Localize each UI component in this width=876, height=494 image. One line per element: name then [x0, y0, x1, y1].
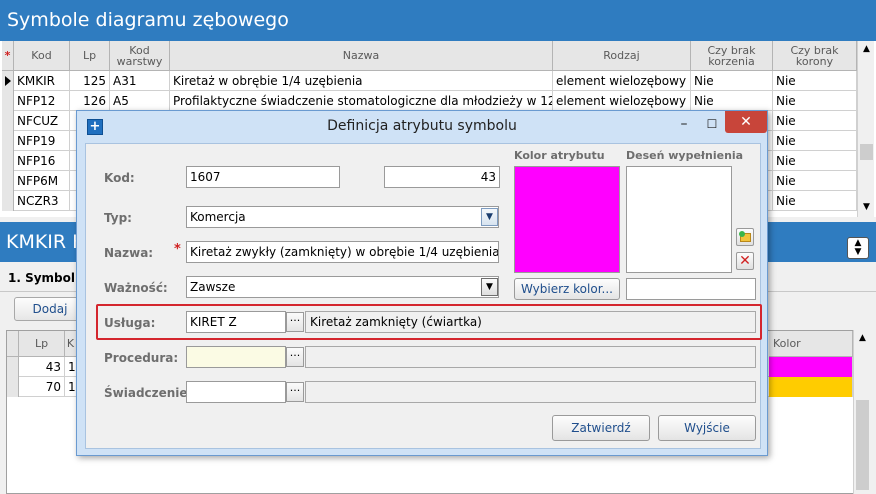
- cell-korona[interactable]: Nie: [773, 71, 857, 91]
- cell-korona[interactable]: Nie: [773, 191, 857, 211]
- nazwa-field[interactable]: Kiretaż zwykły (zamknięty) w obrębie 1/4…: [186, 241, 499, 263]
- cell-lp[interactable]: 43: [19, 357, 65, 377]
- cell-kod[interactable]: NCZR3: [14, 191, 70, 211]
- row-indicator: [2, 171, 14, 191]
- top-grid-scrollbar[interactable]: ▲ ▼: [857, 41, 874, 217]
- nazwa-label: Nazwa:: [104, 246, 154, 260]
- typ-label: Typ:: [104, 211, 132, 225]
- row-indicator: [2, 91, 14, 111]
- kolor-atrybutu-label: Kolor atrybutu: [514, 149, 605, 162]
- cell-kod[interactable]: NFP6M: [14, 171, 70, 191]
- cell-korona[interactable]: Nie: [773, 91, 857, 111]
- cell-lp[interactable]: 125: [70, 71, 110, 91]
- app-plus-icon[interactable]: +: [87, 119, 103, 135]
- color-swatch[interactable]: [514, 166, 620, 273]
- table-row[interactable]: KMKIR 125 A31 Kiretaż w obrębie 1/4 uzębien…: [2, 71, 857, 91]
- pattern-field[interactable]: [626, 278, 756, 300]
- col-nazwa[interactable]: Nazwa: [170, 41, 553, 71]
- col-required-marker: *: [2, 41, 14, 71]
- cell-warstwa[interactable]: A31: [110, 71, 170, 91]
- typ-select[interactable]: Komercja: [186, 206, 499, 228]
- cell-kod[interactable]: NFP16: [14, 151, 70, 171]
- procedura-code-field[interactable]: [186, 346, 286, 368]
- required-marker: *: [174, 242, 181, 257]
- desen-label: Deseń wypełnienia: [626, 149, 744, 162]
- cell-rodzaj[interactable]: element wielozębowy: [553, 71, 691, 91]
- window-title: Symbole diagramu zębowego: [0, 0, 876, 41]
- table-row[interactable]: NFP12 126 A5 Profilaktyczne świadczenie sto…: [2, 91, 857, 111]
- cell-kod[interactable]: NFP12: [14, 91, 70, 111]
- col-lp[interactable]: Lp: [19, 331, 65, 357]
- cell-kolor[interactable]: [769, 357, 853, 377]
- maximize-icon[interactable]: ☐: [701, 115, 723, 135]
- procedura-label: Procedura:: [104, 351, 179, 365]
- current-row-indicator-icon: [2, 71, 14, 91]
- kod-number-field[interactable]: 43: [384, 166, 500, 188]
- swiadczenie-name-display: [305, 381, 756, 403]
- row-indicator: [2, 151, 14, 171]
- cell-korona[interactable]: Nie: [773, 171, 857, 191]
- swiadczenie-browse-button[interactable]: ···: [286, 382, 304, 402]
- panel-expand-icon[interactable]: ▲ ▼: [847, 237, 869, 259]
- col-lp[interactable]: Lp: [70, 41, 110, 71]
- close-icon[interactable]: ✕: [725, 111, 767, 133]
- row-indicator: [2, 111, 14, 131]
- cell-lp[interactable]: 70: [19, 377, 65, 397]
- scroll-up-icon[interactable]: ▲: [860, 43, 873, 56]
- cell-korzen[interactable]: Nie: [691, 91, 773, 111]
- delete-pattern-icon[interactable]: ✕: [736, 252, 754, 270]
- highlight-frame: [96, 304, 762, 340]
- add-pattern-icon[interactable]: [736, 228, 754, 246]
- cell-kolor[interactable]: [769, 377, 853, 397]
- confirm-button[interactable]: Zatwierdź: [552, 415, 650, 441]
- exit-button[interactable]: Wyjście: [658, 415, 756, 441]
- chevron-down-icon[interactable]: ▼: [481, 208, 498, 226]
- row-indicator: [2, 191, 14, 211]
- col-kolor[interactable]: Kolor: [769, 331, 853, 357]
- scroll-thumb[interactable]: [860, 144, 873, 160]
- pattern-preview[interactable]: [626, 166, 732, 273]
- procedura-browse-button[interactable]: ···: [286, 347, 304, 367]
- cell-warstwa[interactable]: A5: [110, 91, 170, 111]
- cell-korzen[interactable]: Nie: [691, 71, 773, 91]
- cell-korona[interactable]: Nie: [773, 151, 857, 171]
- col-kod-warstwy[interactable]: Kod warstwy: [110, 41, 170, 71]
- cell-nazwa[interactable]: Profilaktyczne świadczenie stomatologicz…: [170, 91, 553, 111]
- kod-label: Kod:: [104, 171, 135, 185]
- dialog-title: Definicja atrybutu symbolu: [327, 118, 517, 134]
- tab-symbol[interactable]: 1. Symbol: [8, 271, 75, 285]
- col-czy-brak-korzenia[interactable]: Czy brak korzenia: [691, 41, 773, 71]
- cell-korona[interactable]: Nie: [773, 131, 857, 151]
- swiadczenie-label: Świadczenie:: [104, 386, 193, 400]
- cell-rodzaj[interactable]: element wielozębowy: [553, 91, 691, 111]
- waznosc-select[interactable]: Zawsze: [186, 276, 499, 298]
- row-indicator: [7, 357, 19, 377]
- scroll-down-icon[interactable]: ▼: [860, 201, 873, 214]
- kod-field[interactable]: 1607: [186, 166, 340, 188]
- row-indicator: [7, 377, 19, 397]
- col-kod[interactable]: Kod: [14, 41, 70, 71]
- cell-kod[interactable]: NFCUZ: [14, 111, 70, 131]
- chevron-down-icon[interactable]: ▼: [481, 278, 498, 296]
- waznosc-label: Ważność:: [104, 281, 168, 295]
- swiadczenie-code-field[interactable]: [186, 381, 286, 403]
- choose-color-button[interactable]: Wybierz kolor...: [514, 278, 620, 300]
- cell-kod[interactable]: NFP19: [14, 131, 70, 151]
- minimize-icon[interactable]: –: [673, 115, 695, 135]
- cell-korona[interactable]: Nie: [773, 111, 857, 131]
- cell-lp[interactable]: 126: [70, 91, 110, 111]
- col-rodzaj[interactable]: Rodzaj: [553, 41, 691, 71]
- row-indicator-header: [7, 331, 19, 357]
- row-indicator: [2, 131, 14, 151]
- scroll-up-icon[interactable]: ▲: [856, 332, 869, 345]
- cell-kod[interactable]: KMKIR: [14, 71, 70, 91]
- cell-nazwa[interactable]: Kiretaż w obrębie 1/4 uzębienia: [170, 71, 553, 91]
- procedura-name-display: [305, 346, 756, 368]
- col-czy-brak-korony[interactable]: Czy brak korony: [773, 41, 857, 71]
- scroll-thumb[interactable]: [856, 400, 869, 490]
- bottom-grid-scrollbar[interactable]: ▲: [853, 330, 870, 494]
